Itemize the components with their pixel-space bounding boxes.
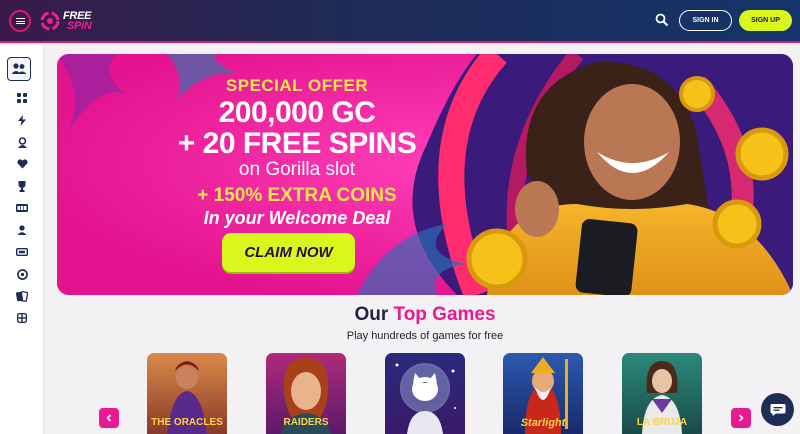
menu-button[interactable] — [9, 10, 31, 32]
game-card-oracles[interactable]: THE ORACLES — [147, 353, 227, 434]
offer-extra-coins: + 150% EXTRA COINS — [197, 185, 397, 206]
heading-part-1: Our — [354, 304, 389, 325]
sidebar-item-new[interactable] — [9, 110, 35, 130]
space-cat-thumbnail — [395, 363, 456, 434]
sidebar — [0, 45, 44, 434]
grid-icon — [17, 93, 27, 103]
offer-free-spins: + 20 FREE SPINS — [177, 127, 417, 160]
ticket-icon — [16, 248, 28, 256]
sidebar-item-live[interactable] — [9, 220, 35, 240]
chat-button[interactable] — [761, 393, 794, 426]
logo-line-2: SPiN — [67, 20, 92, 32]
carousel-next-button[interactable] — [731, 408, 751, 428]
top-games-subtitle: Play hundreds of games for free — [346, 330, 504, 342]
top-games-heading: Our Top Games — [0, 304, 800, 326]
game-card-starlight[interactable]: Starlight — [503, 353, 583, 434]
user-group-icon — [11, 63, 27, 74]
game-card-raiders[interactable]: RAIDERS — [266, 353, 346, 434]
logo-mark-icon — [40, 11, 60, 31]
hamburger-icon — [15, 18, 25, 24]
chevron-right-icon — [738, 414, 744, 422]
sidebar-item-community[interactable] — [7, 57, 31, 81]
roulette-icon — [16, 268, 28, 280]
chat-icon — [770, 403, 785, 416]
game-title: Starlight — [520, 417, 566, 429]
sign-in-button[interactable]: SIGN IN — [679, 10, 732, 31]
sidebar-item-jackpots[interactable] — [9, 198, 35, 218]
top-navigation-bar: FREE SPiN SIGN IN SIGN UP — [0, 0, 800, 43]
claim-now-button[interactable]: CLAIM NOW — [222, 233, 355, 272]
promo-text: SPECIAL OFFER 200,000 GC + 20 FREE SPINS… — [167, 76, 427, 228]
game-title: RAIDERS — [283, 417, 329, 428]
heading-part-2: Top Games — [393, 304, 496, 325]
game-title: LA BRUJA — [636, 417, 688, 428]
sidebar-item-tournaments[interactable] — [9, 176, 35, 196]
game-title: THE ORACLES — [151, 417, 223, 428]
trophy-icon — [18, 180, 26, 192]
sidebar-item-all-games[interactable] — [9, 88, 35, 108]
search-icon[interactable] — [655, 13, 669, 27]
chevron-left-icon — [106, 414, 112, 422]
sidebar-item-slots[interactable] — [9, 132, 35, 152]
offer-slot-name: on Gorilla slot — [238, 159, 356, 180]
cards-icon — [16, 290, 28, 302]
sidebar-item-favorites[interactable] — [9, 154, 35, 174]
offer-welcome-deal: In your Welcome Deal — [203, 208, 391, 228]
person-icon — [17, 225, 27, 235]
carousel-prev-button[interactable] — [99, 408, 119, 428]
lightning-icon — [18, 114, 26, 126]
game-card-witch[interactable]: LA BRUJA — [622, 353, 702, 434]
sidebar-item-scratch[interactable] — [9, 242, 35, 262]
free-spin-logo[interactable]: FREE SPiN — [40, 9, 92, 33]
heart-icon — [16, 159, 28, 169]
slot-machine-icon — [16, 204, 28, 212]
promo-banner[interactable]: SPECIAL OFFER 200,000 GC + 20 FREE SPINS… — [57, 54, 793, 295]
logo-wordmark: FREE SPiN — [63, 11, 92, 32]
sign-up-button[interactable]: SIGN UP — [739, 10, 792, 31]
sidebar-item-cards[interactable] — [9, 286, 35, 306]
sidebar-item-roulette[interactable] — [9, 264, 35, 284]
offer-gc-amount: 200,000 GC — [218, 96, 376, 129]
game-card-space-cat[interactable] — [385, 353, 465, 434]
special-offer-label: SPECIAL OFFER — [225, 76, 369, 95]
spade-person-icon — [17, 136, 27, 148]
